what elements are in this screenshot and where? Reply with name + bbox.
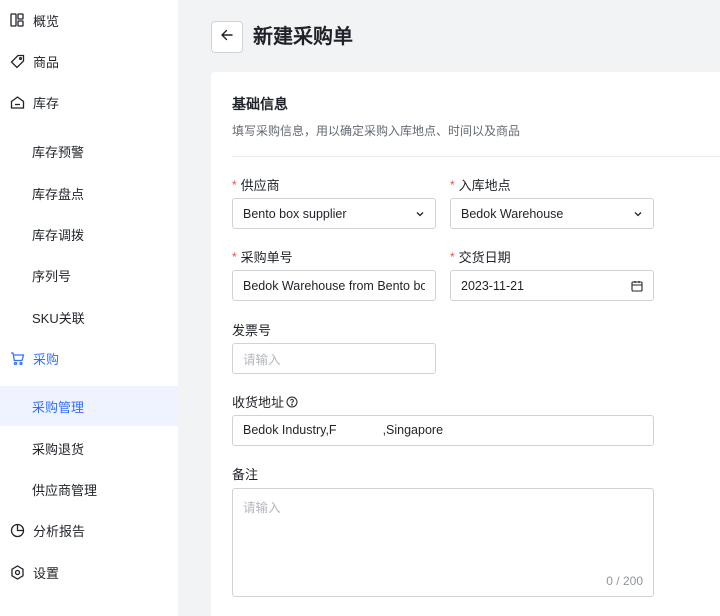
supplier-value: Bento box supplier <box>243 206 347 221</box>
sidebar-item-label: 设置 <box>33 565 60 581</box>
po-number-value: Bedok Warehouse from Bento bo <box>243 278 425 293</box>
calendar-icon <box>631 280 643 292</box>
remark-label: 备注 <box>232 467 259 482</box>
delivery-date-label: * 交货日期 <box>450 249 511 266</box>
main-content: 新建采购单 基础信息 填写采购信息，用以确定采购入库地点、时间以及商品 * 供应… <box>190 0 720 616</box>
chevron-down-icon <box>633 209 643 219</box>
sidebar-item-overview[interactable]: 概览 <box>0 0 178 40</box>
section-divider <box>232 156 720 157</box>
chevron-down-icon <box>415 209 425 219</box>
section-title: 基础信息 <box>232 96 288 112</box>
sidebar-item-label: 采购 <box>33 351 60 367</box>
sidebar-item-label: 采购管理 <box>32 399 85 415</box>
section-description: 填写采购信息，用以确定采购入库地点、时间以及商品 <box>232 124 521 138</box>
tag-icon <box>9 53 25 69</box>
address-input[interactable]: Bedok Industry,F ,Singapore <box>232 415 654 446</box>
location-select[interactable]: Bedok Warehouse <box>450 198 654 229</box>
invoice-placeholder: 请输入 <box>243 353 281 367</box>
sidebar-item-label: 库存 <box>33 95 60 111</box>
sidebar-item-label: 商品 <box>33 54 60 70</box>
redacted-text <box>336 423 383 438</box>
po-number-label: * 采购单号 <box>232 249 293 266</box>
sidebar-item-sku-link[interactable]: SKU关联 <box>0 297 178 337</box>
sidebar-item-label: 采购退货 <box>32 441 85 457</box>
sidebar-item-reports[interactable]: 分析报告 <box>0 510 178 550</box>
sidebar-item-label: 概览 <box>33 13 60 29</box>
sidebar: 概览 商品 库存 库存预警 库存盘点 库存调拨 序列号 SKU关联 采购 采购管… <box>0 0 178 616</box>
required-mark: * <box>450 177 455 192</box>
sidebar-item-purchase-management[interactable]: 采购管理 <box>0 386 178 426</box>
sidebar-item-settings[interactable]: 设置 <box>0 552 178 592</box>
sidebar-item-inventory[interactable]: 库存 <box>0 82 178 122</box>
sidebar-item-stock-count[interactable]: 库存盘点 <box>0 173 178 213</box>
dashboard-icon <box>9 12 25 28</box>
sidebar-gutter <box>178 0 190 616</box>
invoice-label: 发票号 <box>232 323 272 338</box>
supplier-label: * 供应商 <box>232 177 280 194</box>
location-label: * 入库地点 <box>450 177 511 194</box>
sidebar-item-label: 库存预警 <box>32 144 85 160</box>
help-icon[interactable] <box>286 396 298 408</box>
address-label: 收货地址 <box>232 392 298 411</box>
sidebar-item-stock-alert[interactable]: 库存预警 <box>0 131 178 171</box>
warehouse-icon <box>9 94 25 110</box>
page-title: 新建采购单 <box>253 26 353 48</box>
sidebar-item-purchase[interactable]: 采购 <box>0 338 178 378</box>
back-button[interactable] <box>211 21 243 53</box>
form-card: 基础信息 填写采购信息，用以确定采购入库地点、时间以及商品 * 供应商 Bent… <box>211 72 720 616</box>
sidebar-item-label: 库存盘点 <box>32 186 85 202</box>
sidebar-item-label: SKU关联 <box>32 310 85 326</box>
invoice-input[interactable]: 请输入 <box>232 343 436 374</box>
sidebar-item-supplier-management[interactable]: 供应商管理 <box>0 469 178 509</box>
character-counter: 0 / 200 <box>606 574 643 588</box>
location-value: Bedok Warehouse <box>461 206 564 221</box>
po-number-input[interactable]: Bedok Warehouse from Bento bo <box>232 270 436 301</box>
settings-icon <box>9 564 25 580</box>
remark-textarea[interactable]: 请输入 0 / 200 <box>232 488 654 597</box>
supplier-select[interactable]: Bento box supplier <box>232 198 436 229</box>
sidebar-item-stock-transfer[interactable]: 库存调拨 <box>0 214 178 254</box>
required-mark: * <box>450 249 455 264</box>
address-value: Bedok Industry,F ,Singapore <box>243 423 444 438</box>
sidebar-item-purchase-return[interactable]: 采购退货 <box>0 428 178 468</box>
arrow-left-icon <box>220 28 234 47</box>
delivery-date-picker[interactable]: 2023-11-21 <box>450 270 654 301</box>
remark-placeholder: 请输入 <box>243 501 281 515</box>
sidebar-item-label: 库存调拨 <box>32 227 85 243</box>
sidebar-item-serial-number[interactable]: 序列号 <box>0 255 178 295</box>
sidebar-item-products[interactable]: 商品 <box>0 41 178 81</box>
sidebar-item-label: 分析报告 <box>33 523 86 539</box>
sidebar-item-label: 供应商管理 <box>32 482 98 498</box>
required-mark: * <box>232 249 237 264</box>
required-mark: * <box>232 177 237 192</box>
pie-chart-icon <box>9 522 25 538</box>
delivery-date-value: 2023-11-21 <box>461 278 525 293</box>
sidebar-item-label: 序列号 <box>32 268 72 284</box>
cart-icon <box>9 350 25 366</box>
